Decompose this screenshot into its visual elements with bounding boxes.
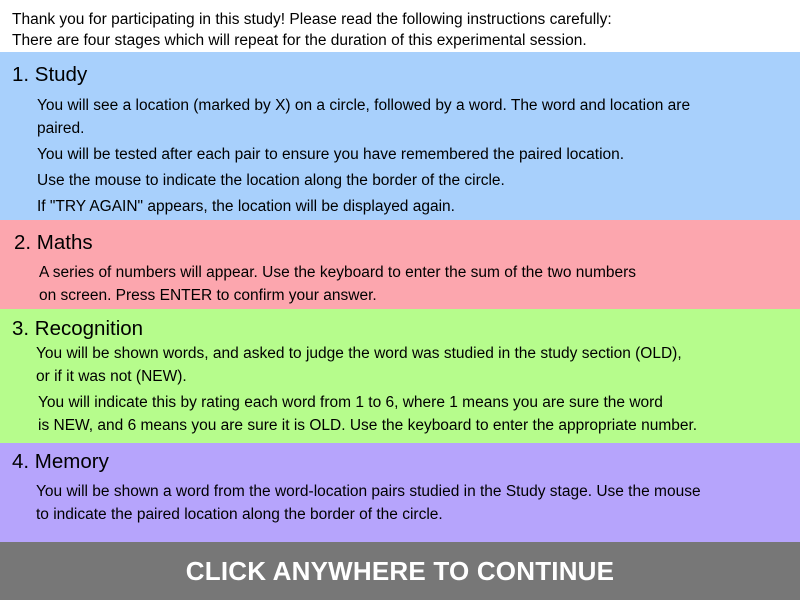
intro-line-2: There are four stages which will repeat … (12, 32, 587, 49)
stage-study-line: paired. (37, 120, 85, 137)
stage-recognition-line: is NEW, and 6 means you are sure it is O… (38, 417, 698, 434)
instructions-screen[interactable]: Thank you for participating in this stud… (0, 0, 800, 600)
stage-recognition-title: 3. Recognition (12, 317, 144, 340)
stage-study-line: If "TRY AGAIN" appears, the location wil… (37, 198, 455, 215)
stage-maths-line: on screen. Press ENTER to confirm your a… (39, 287, 377, 304)
stage-memory-title: 4. Memory (12, 450, 109, 473)
stage-recognition-line: You will indicate this by rating each wo… (38, 394, 663, 411)
continue-button[interactable]: CLICK ANYWHERE TO CONTINUE (0, 542, 800, 600)
stage-recognition-section: 3. Recognition You will be shown words, … (0, 309, 800, 443)
stage-maths-section: 2. Maths A series of numbers will appear… (0, 220, 800, 309)
stage-maths-line: A series of numbers will appear. Use the… (39, 264, 637, 281)
stage-memory-line: to indicate the paired location along th… (36, 506, 443, 523)
continue-button-label: CLICK ANYWHERE TO CONTINUE (185, 555, 615, 586)
stage-study-section: 1. Study You will see a location (marked… (0, 52, 800, 220)
intro-line-1: Thank you for participating in this stud… (12, 11, 612, 28)
stage-recognition-line: or if it was not (NEW). (36, 368, 187, 385)
stage-recognition-line: You will be shown words, and asked to ju… (36, 345, 682, 362)
stage-maths-title: 2. Maths (14, 231, 93, 254)
stage-study-line: Use the mouse to indicate the location a… (37, 172, 505, 189)
stage-study-line: You will see a location (marked by X) on… (37, 97, 691, 114)
intro-text: Thank you for participating in this stud… (0, 0, 800, 52)
stage-study-line: You will be tested after each pair to en… (37, 146, 625, 163)
stage-study-title: 1. Study (12, 63, 88, 86)
stage-memory-section: 4. Memory You will be shown a word from … (0, 443, 800, 542)
stage-memory-line: You will be shown a word from the word-l… (36, 483, 701, 500)
